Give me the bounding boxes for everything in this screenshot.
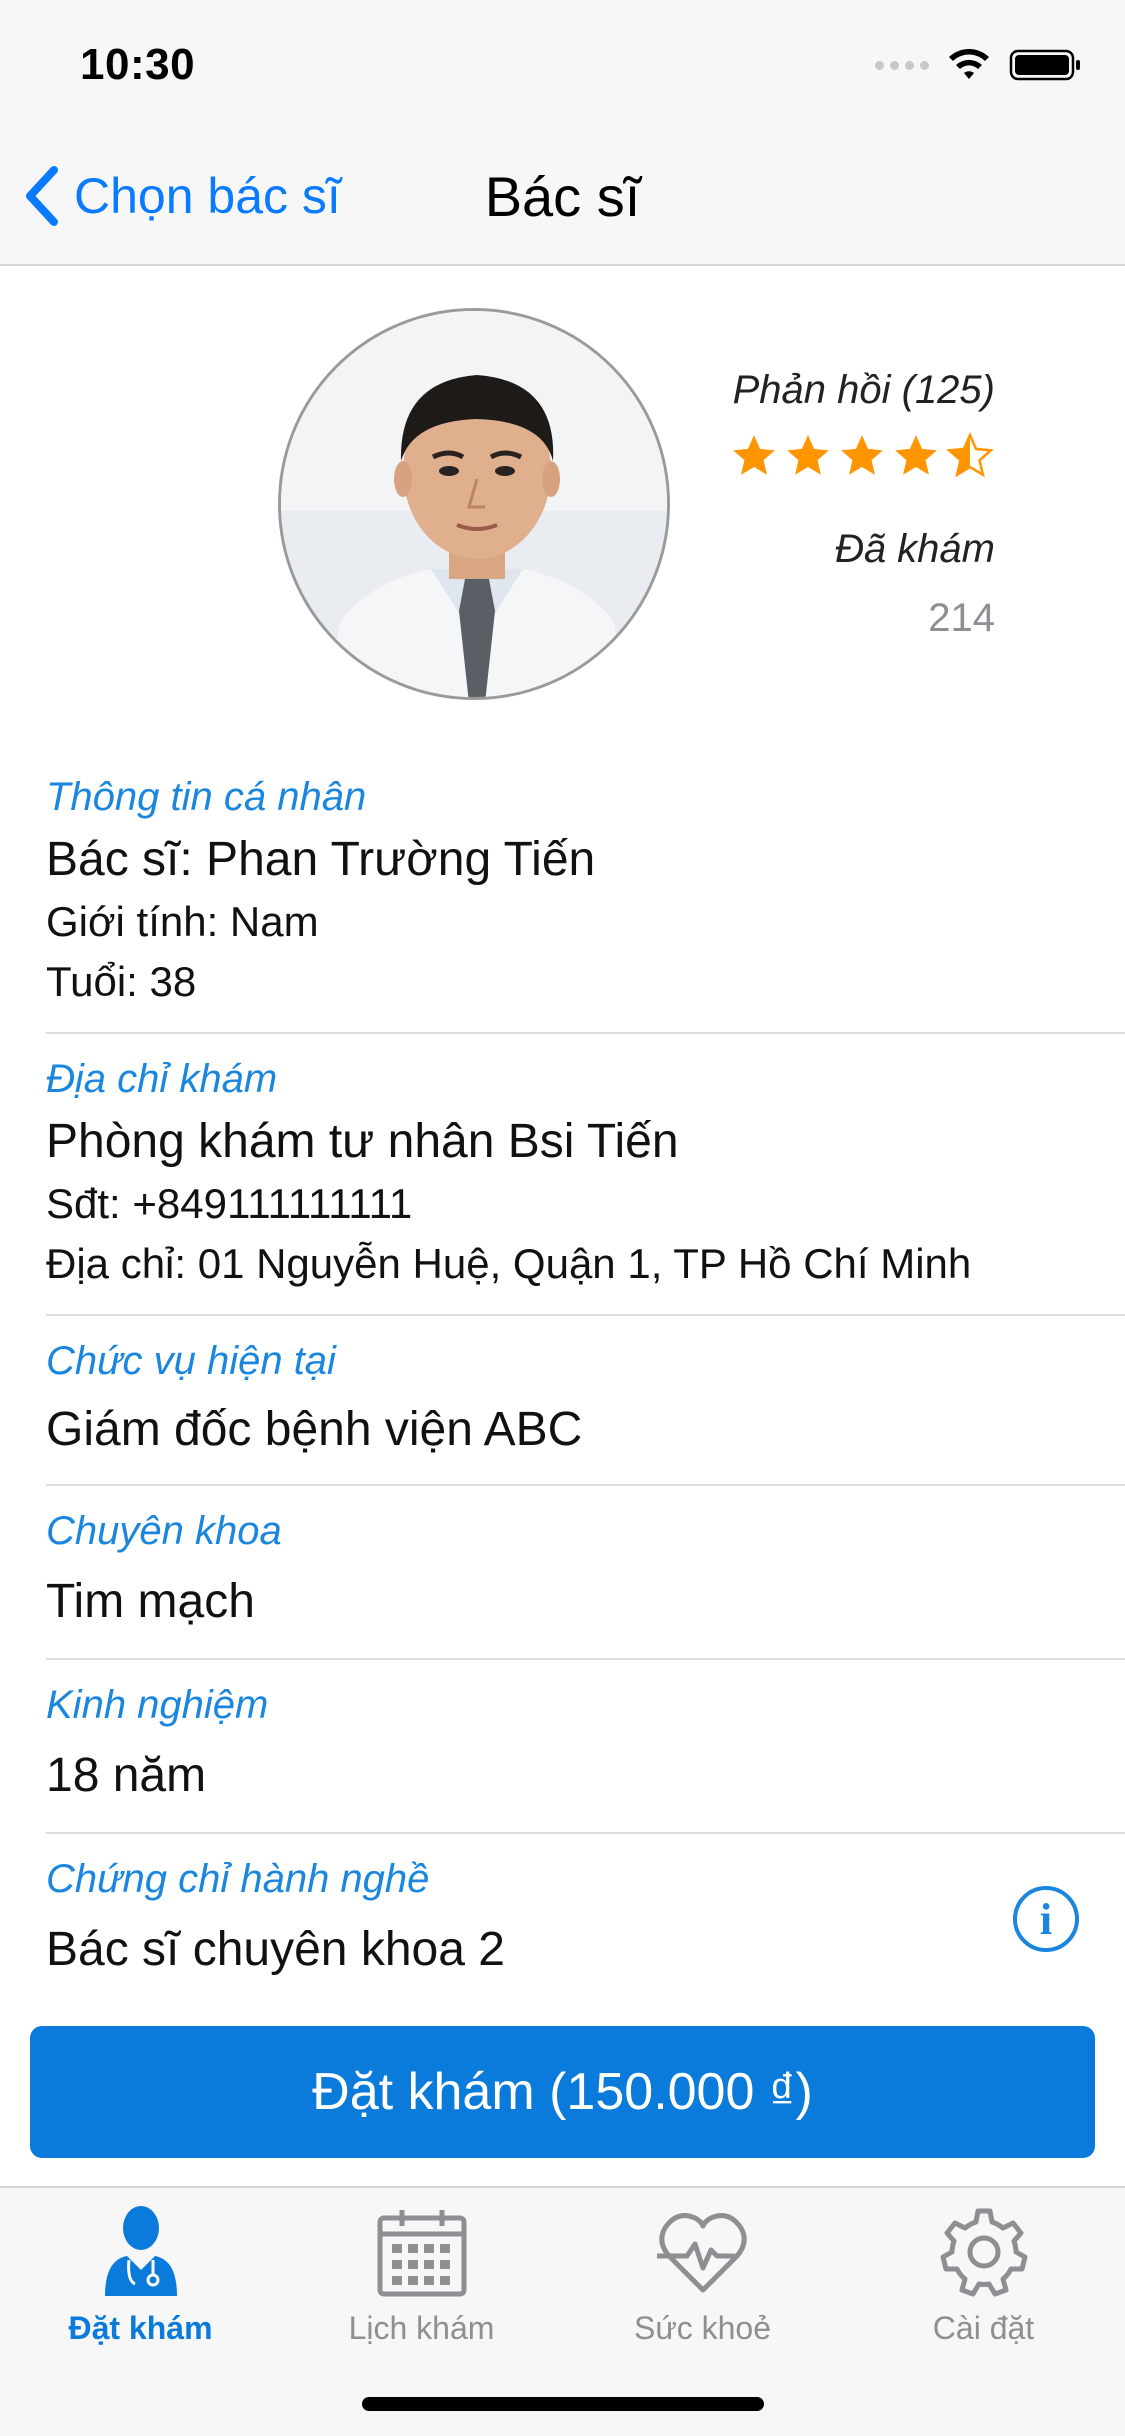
feedback-label[interactable]: Phản hồi (125): [729, 368, 995, 413]
section-header: Địa chỉ khám: [46, 1057, 278, 1101]
star-icon: [733, 435, 775, 475]
section-personal-info: Thông tin cá nhân Bác sĩ: Phan Trường Ti…: [46, 760, 1125, 1034]
section-header: Thông tin cá nhân: [46, 775, 367, 819]
doctor-info-list: Thông tin cá nhân Bác sĩ: Phan Trường Ti…: [0, 760, 1125, 2006]
doctor-stats: Phản hồi (125) Đã khám 214: [729, 368, 995, 641]
doctor-photo: [281, 311, 667, 697]
section-header: Chuyên khoa: [46, 1509, 282, 1553]
wifi-icon: [949, 49, 989, 79]
info-icon[interactable]: i: [1013, 1886, 1079, 1952]
star-icon: [841, 435, 883, 475]
clinic-phone[interactable]: Sđt: +849111111111: [46, 1174, 1125, 1234]
doctor-avatar: [278, 308, 670, 700]
section-header: Kinh nghiệm: [46, 1683, 269, 1727]
tab-label: Cài đặt: [932, 2310, 1035, 2346]
section-clinic-address: Địa chỉ khám Phòng khám tư nhân Bsi Tiến…: [46, 1034, 1125, 1316]
battery-icon: [1009, 49, 1080, 81]
status-time: 10:30: [80, 40, 196, 89]
gear-icon: [940, 2208, 1027, 2297]
experience-value: 18 năm: [46, 1749, 207, 1802]
navigation-bar: Chọn bác sĩ Bác sĩ: [0, 132, 1125, 266]
section-specialty: Chuyên khoa Tim mạch: [46, 1486, 1125, 1660]
doctor-gender: Giới tính: Nam: [46, 898, 319, 945]
section-experience: Kinh nghiệm 18 năm: [46, 1660, 1125, 1834]
page-title: Bác sĩ: [484, 165, 641, 228]
tab-book[interactable]: Đặt khám: [0, 2202, 281, 2347]
status-bar: 10:30: [0, 0, 1125, 132]
doctor-age: Tuổi: 38: [46, 958, 197, 1005]
current-position: Giám đốc bệnh viện ABC: [46, 1403, 583, 1456]
calendar-icon: [377, 2210, 466, 2297]
examined-label: Đã khám: [834, 527, 995, 571]
specialty-value: Tim mạch: [46, 1575, 255, 1628]
section-current-position: Chức vụ hiện tại Giám đốc bệnh viện ABC: [46, 1316, 1125, 1486]
clinic-address[interactable]: Địa chỉ: 01 Nguyễn Huệ, Quận 1, TP Hồ Ch…: [46, 1234, 1125, 1294]
doctor-icon: [104, 2206, 177, 2296]
section-header: Chức vụ hiện tại: [46, 1339, 336, 1383]
status-icons: [875, 48, 1083, 82]
tab-health[interactable]: Sức khoẻ: [562, 2202, 843, 2347]
section-license: Chứng chỉ hành nghề Bác sĩ chuyên khoa 2…: [46, 1834, 1125, 2006]
license-value: Bác sĩ chuyên khoa 2: [46, 1923, 505, 1976]
tab-label: Đặt khám: [68, 2310, 213, 2346]
examined-count: 214: [928, 596, 995, 640]
tab-label: Sức khoẻ: [633, 2310, 772, 2346]
star-icon: [787, 435, 829, 475]
book-appointment-button[interactable]: Đặt khám (150.000 ₫): [30, 2026, 1095, 2158]
rating-stars: [729, 431, 995, 481]
star-icon: [895, 435, 937, 475]
tab-label: Lịch khám: [348, 2310, 495, 2346]
clinic-name: Phòng khám tư nhân Bsi Tiến: [46, 1115, 679, 1168]
section-header: Chứng chỉ hành nghề: [46, 1857, 430, 1901]
half-star-icon: [946, 432, 994, 478]
cellular-signal-icon: [875, 60, 929, 70]
tab-settings[interactable]: Cài đặt: [843, 2202, 1124, 2347]
tab-schedule[interactable]: Lịch khám: [281, 2202, 562, 2347]
home-indicator[interactable]: [362, 2397, 764, 2411]
doctor-name: Bác sĩ: Phan Trường Tiến: [46, 833, 596, 886]
heart-pulse-icon: [656, 2213, 747, 2293]
